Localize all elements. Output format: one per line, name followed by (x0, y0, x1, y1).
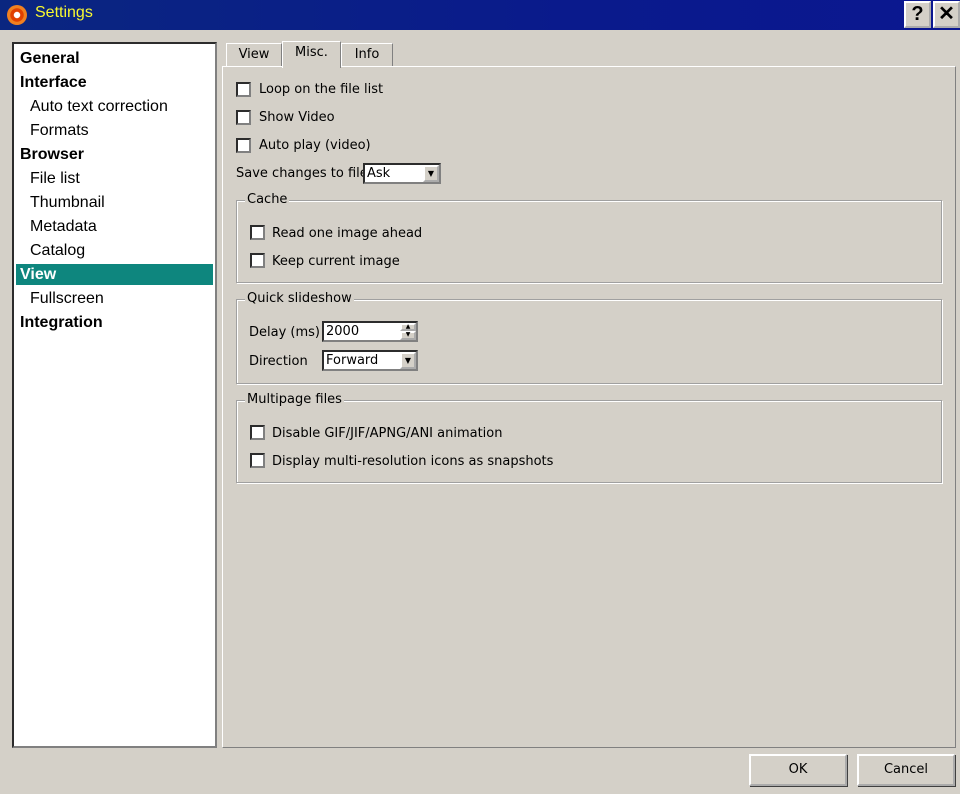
delay-value: 2000 (326, 324, 360, 339)
tree-item-auto-text-correction[interactable]: Auto text correction (16, 96, 213, 117)
keep-current-label: Keep current image (272, 254, 400, 269)
ok-button[interactable]: OK (749, 754, 847, 786)
auto-play-label: Auto play (video) (259, 138, 371, 153)
cancel-button[interactable]: Cancel (857, 754, 955, 786)
disable-animation-checkbox[interactable] (250, 425, 265, 440)
tree-item-view[interactable]: View (16, 264, 213, 285)
window-title: Settings (35, 4, 93, 21)
delay-label: Delay (ms) (249, 325, 320, 340)
read-ahead-label: Read one image ahead (272, 226, 423, 241)
multipage-group-title: Multipage files (245, 392, 344, 407)
slideshow-group-title: Quick slideshow (245, 291, 354, 306)
multipage-files-group: Multipage files Disable GIF/JIF/APNG/ANI… (236, 392, 942, 483)
display-icons-checkbox[interactable] (250, 453, 265, 468)
disable-animation-label: Disable GIF/JIF/APNG/ANI animation (272, 426, 503, 441)
tree-item-browser[interactable]: Browser (16, 144, 213, 165)
save-changes-label: Save changes to file (236, 166, 368, 181)
auto-play-checkbox[interactable] (236, 138, 251, 153)
tree-item-metadata[interactable]: Metadata (16, 216, 213, 237)
delay-spinbox[interactable]: 2000 ▲ ▼ (322, 321, 418, 342)
close-button[interactable]: ✕ (933, 1, 960, 28)
tree-item-integration[interactable]: Integration (16, 312, 213, 333)
help-button[interactable]: ? (904, 1, 931, 28)
direction-label: Direction (249, 354, 308, 369)
tab-view[interactable]: View (226, 43, 282, 67)
title-bar: Settings ? ✕ (0, 0, 960, 30)
show-video-checkbox[interactable] (236, 110, 251, 125)
tab-misc[interactable]: Misc. (282, 41, 341, 68)
cache-group-title: Cache (245, 192, 290, 207)
save-changes-select[interactable]: Ask ▼ (363, 163, 441, 184)
tab-info[interactable]: Info (341, 43, 393, 67)
direction-select[interactable]: Forward ▼ (322, 350, 418, 371)
display-icons-label: Display multi-resolution icons as snapsh… (272, 454, 554, 469)
quick-slideshow-group: Quick slideshow Delay (ms) 2000 ▲ ▼ Dire… (236, 291, 942, 384)
read-ahead-checkbox[interactable] (250, 225, 265, 240)
tree-item-catalog[interactable]: Catalog (16, 240, 213, 261)
spin-up-icon[interactable]: ▲ (400, 323, 416, 331)
loop-label: Loop on the file list (259, 82, 384, 97)
settings-category-tree[interactable]: General Interface Auto text correction Form… (12, 42, 217, 748)
save-changes-value: Ask (367, 166, 391, 181)
tree-item-fullscreen[interactable]: Fullscreen (16, 288, 213, 309)
show-video-label: Show Video (259, 110, 335, 125)
tree-item-general[interactable]: General (16, 48, 213, 69)
keep-current-checkbox[interactable] (250, 253, 265, 268)
loop-checkbox[interactable] (236, 82, 251, 97)
app-logo-icon (7, 5, 27, 25)
direction-value: Forward (326, 353, 379, 368)
chevron-down-icon[interactable]: ▼ (400, 352, 416, 369)
spin-down-icon[interactable]: ▼ (400, 331, 416, 340)
tree-item-thumbnail[interactable]: Thumbnail (16, 192, 213, 213)
tree-item-file-list[interactable]: File list (16, 168, 213, 189)
chevron-down-icon[interactable]: ▼ (423, 165, 439, 182)
cache-group: Cache Read one image ahead Keep current … (236, 192, 942, 283)
tree-item-formats[interactable]: Formats (16, 120, 213, 141)
tree-item-interface[interactable]: Interface (16, 72, 213, 93)
